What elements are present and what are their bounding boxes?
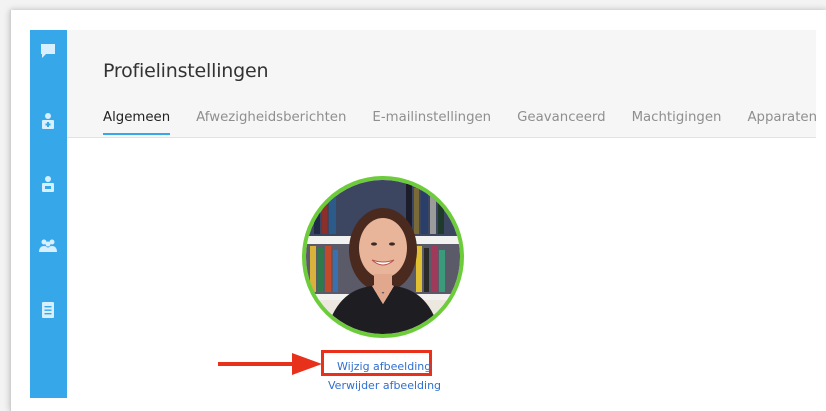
tab-e-mailinstellingen[interactable]: E-mailinstellingen xyxy=(372,110,491,135)
page-title: Profielinstellingen xyxy=(103,60,269,82)
tab-algemeen[interactable]: Algemeen xyxy=(103,110,171,135)
sidebar xyxy=(30,30,67,398)
group-icon[interactable] xyxy=(39,236,57,254)
tab-afwezigheidsberichten[interactable]: Afwezigheidsberichten xyxy=(196,110,346,135)
document-icon[interactable] xyxy=(39,301,57,319)
change-picture-link[interactable]: Wijzig afbeelding xyxy=(337,360,431,373)
profile-photo xyxy=(306,180,460,334)
settings-tabs: Algemeen Afwezigheidsberichten E-mailins… xyxy=(103,110,817,135)
person-badge-icon[interactable] xyxy=(39,175,57,193)
contact-card-icon[interactable] xyxy=(39,112,57,130)
tab-geavanceerd[interactable]: Geavanceerd xyxy=(517,110,605,135)
tab-machtigingen[interactable]: Machtigingen xyxy=(632,110,722,135)
tab-apparaten[interactable]: Apparaten xyxy=(747,110,817,135)
settings-header: Profielinstellingen Algemeen Afwezigheid… xyxy=(67,30,817,138)
chat-icon[interactable] xyxy=(39,42,57,60)
profile-avatar xyxy=(302,176,464,338)
annotation-arrow-icon xyxy=(218,353,322,375)
remove-picture-link[interactable]: Verwijder afbeelding xyxy=(328,379,441,392)
